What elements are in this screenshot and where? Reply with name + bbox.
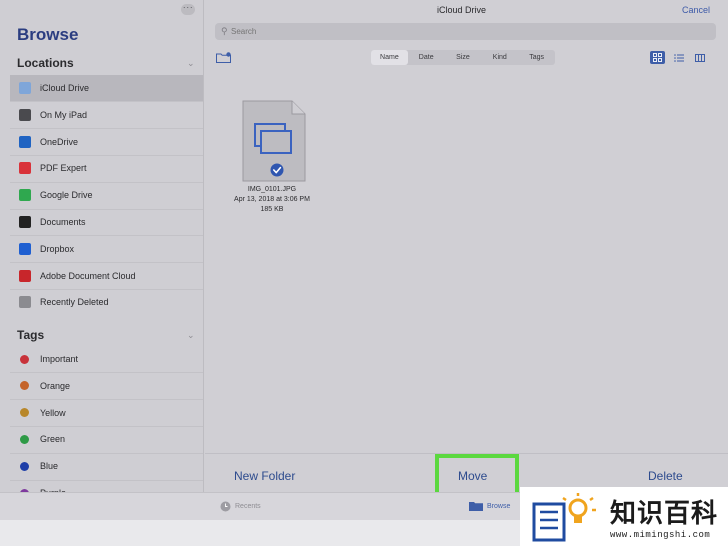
adobe-icon bbox=[19, 269, 31, 282]
sort-segmented-control: Name Date Size Kind Tags bbox=[371, 50, 555, 65]
tag-item-yellow[interactable]: Yellow bbox=[10, 400, 203, 426]
grid-view-icon[interactable] bbox=[650, 51, 665, 64]
google-drive-icon bbox=[19, 189, 31, 202]
tag-item-blue[interactable]: Blue bbox=[10, 453, 203, 479]
sidebar-item-pdf-expert[interactable]: PDF Expert bbox=[10, 155, 203, 181]
sidebar-item-on-my-ipad[interactable]: On My iPad bbox=[10, 102, 203, 128]
sidebar-item-label: Recently Deleted bbox=[40, 297, 109, 308]
sort-tags-button[interactable]: Tags bbox=[518, 50, 555, 65]
sidebar-item-label: OneDrive bbox=[40, 136, 79, 147]
tag-color-dot-icon bbox=[20, 408, 29, 418]
search-field[interactable]: ⚲ bbox=[215, 23, 716, 40]
tag-item-purple[interactable]: Purple bbox=[10, 480, 203, 492]
tag-label: Blue bbox=[40, 461, 59, 472]
sidebar-item-label: Adobe Document Cloud bbox=[40, 270, 136, 281]
sidebar-item-documents[interactable]: Documents bbox=[10, 209, 203, 235]
tag-item-important[interactable]: Important bbox=[10, 346, 203, 372]
search-input[interactable] bbox=[231, 24, 701, 39]
sidebar-item-label: Dropbox bbox=[40, 243, 75, 254]
top-bar: iCloud Drive Cancel bbox=[205, 0, 728, 20]
move-button[interactable]: Move bbox=[458, 469, 487, 483]
sidebar-item-label: PDF Expert bbox=[40, 163, 87, 174]
trash-icon bbox=[19, 296, 31, 309]
tab-browse-label: Browse bbox=[487, 502, 511, 510]
sidebar-item-google-drive[interactable]: Google Drive bbox=[10, 182, 203, 208]
delete-button[interactable]: Delete bbox=[648, 469, 683, 483]
sort-date-button[interactable]: Date bbox=[408, 50, 445, 65]
search-icon: ⚲ bbox=[221, 26, 228, 36]
more-options-button[interactable]: ··· bbox=[181, 3, 195, 15]
cancel-button[interactable]: Cancel bbox=[682, 5, 710, 15]
watermark-logo: 知识百科 www.mimingshi.com bbox=[520, 487, 728, 546]
tag-color-dot-icon bbox=[20, 434, 29, 444]
tag-color-dot-icon bbox=[20, 461, 29, 471]
tag-label: Yellow bbox=[40, 407, 66, 418]
tag-color-dot-icon bbox=[20, 381, 29, 391]
new-folder-button[interactable]: New Folder bbox=[234, 469, 295, 483]
sidebar-item-label: iCloud Drive bbox=[40, 83, 90, 93]
tag-label: Important bbox=[40, 354, 79, 364]
sidebar-item-dropbox[interactable]: Dropbox bbox=[10, 236, 203, 262]
tag-item-orange[interactable]: Orange bbox=[10, 373, 203, 399]
onedrive-icon bbox=[19, 135, 31, 148]
watermark-url: www.mimingshi.com bbox=[610, 530, 711, 540]
chevron-down-icon[interactable]: ⌄ bbox=[187, 58, 195, 69]
tab-recents-label: Recents bbox=[235, 503, 261, 510]
documents-icon bbox=[19, 216, 31, 228]
browse-title: Browse bbox=[17, 25, 79, 44]
file-date: Apr 13, 2018 at 3:06 PM bbox=[234, 196, 310, 203]
sort-name-button[interactable]: Name bbox=[371, 50, 408, 65]
ipad-icon bbox=[19, 108, 31, 121]
sort-kind-button[interactable]: Kind bbox=[481, 50, 518, 65]
tag-item-green[interactable]: Green bbox=[10, 426, 203, 452]
sidebar-item-adobe-document-cloud[interactable]: Adobe Document Cloud bbox=[10, 263, 203, 289]
tag-label: Green bbox=[40, 434, 66, 445]
sidebar-item-label: On My iPad bbox=[40, 109, 88, 120]
tab-recents[interactable]: Recents bbox=[220, 501, 261, 512]
list-view-icon[interactable] bbox=[671, 51, 686, 64]
locations-heading: Locations bbox=[17, 56, 74, 70]
tag-label: Orange bbox=[40, 380, 71, 391]
sidebar-item-icloud-drive[interactable]: iCloud Drive bbox=[10, 75, 203, 101]
tag-color-dot-icon bbox=[20, 354, 29, 364]
sidebar-item-label: Documents bbox=[40, 217, 86, 227]
view-mode-group bbox=[650, 51, 707, 64]
clock-icon bbox=[220, 501, 231, 512]
file-size: 185 KB bbox=[260, 206, 284, 213]
book-lightbulb-icon bbox=[532, 493, 596, 542]
sort-size-button[interactable]: Size bbox=[445, 50, 482, 65]
new-folder-icon[interactable] bbox=[216, 52, 231, 63]
window-title: iCloud Drive bbox=[436, 5, 487, 15]
column-view-icon[interactable] bbox=[692, 51, 707, 64]
main-pane: iCloud Drive Cancel ⚲ Name Date Size Kin… bbox=[205, 0, 728, 496]
folder-icon bbox=[469, 502, 483, 511]
image-file-icon bbox=[242, 100, 306, 182]
pdf-expert-icon bbox=[19, 162, 31, 175]
dropbox-icon bbox=[19, 242, 31, 255]
sidebar-item-label: Google Drive bbox=[40, 190, 93, 201]
sidebar: ··· Browse Locations ⌄ iCloud Drive On My… bbox=[0, 0, 204, 492]
icloud-icon bbox=[19, 82, 31, 94]
sidebar-item-recently-deleted[interactable]: Recently Deleted bbox=[10, 289, 203, 315]
watermark-chinese-text: 知识百科 bbox=[610, 498, 719, 528]
sidebar-item-onedrive[interactable]: OneDrive bbox=[10, 129, 203, 155]
file-name: IMG_0101.JPG bbox=[247, 186, 297, 193]
tab-browse[interactable]: Browse bbox=[469, 501, 510, 511]
tags-heading: Tags bbox=[17, 328, 45, 342]
chevron-down-icon[interactable]: ⌄ bbox=[187, 330, 195, 341]
